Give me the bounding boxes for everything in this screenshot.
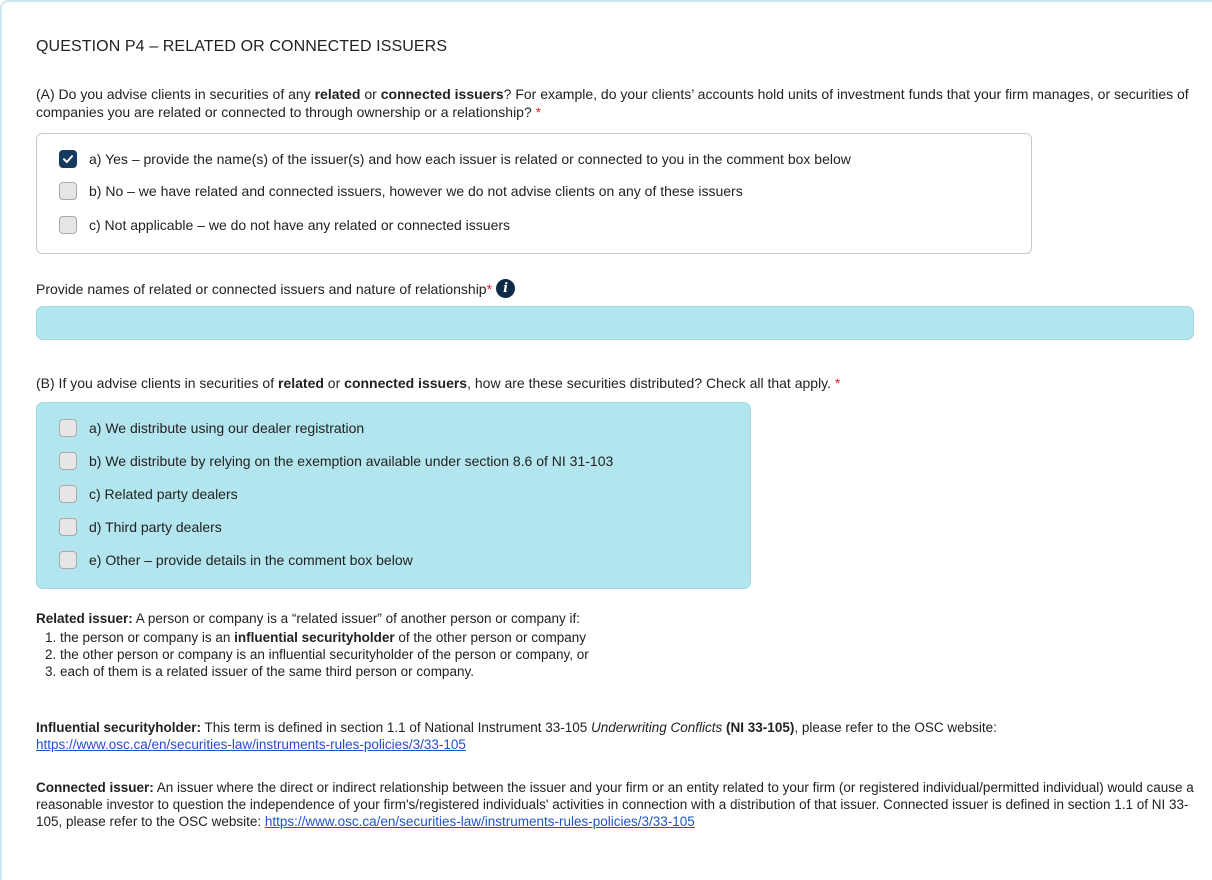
- definition-term: Influential securityholder:: [36, 720, 202, 735]
- osc-website-link[interactable]: https://www.osc.ca/en/securities-law/ins…: [265, 814, 695, 829]
- related-issuers-comment-input[interactable]: [36, 306, 1194, 340]
- option-label: c) Related party dealers: [89, 486, 238, 502]
- checkbox[interactable]: [59, 182, 77, 200]
- option-c-not-applicable[interactable]: c) Not applicable – we do not have any r…: [59, 216, 510, 234]
- option-label: c) Not applicable – we do not have any r…: [89, 217, 511, 233]
- option-b-no[interactable]: b) No – we have related and connected is…: [59, 182, 743, 200]
- list-item-text: each of them is a related issuer of the …: [60, 664, 474, 679]
- list-item: each of them is a related issuer of the …: [60, 663, 1196, 680]
- definition-text: A person or company is a “related issuer…: [132, 611, 581, 626]
- question-a-text-part: or: [360, 86, 381, 102]
- option-a-yes[interactable]: a) Yes – provide the name(s) of the issu…: [59, 150, 851, 168]
- list-item-bold: influential securityholder: [234, 630, 395, 645]
- list-item-text: of the other person or company: [394, 630, 587, 645]
- list-item: the other person or company is an influe…: [60, 646, 1196, 663]
- option-label: e) Other – provide details in the commen…: [89, 552, 413, 568]
- option-other[interactable]: e) Other – provide details in the commen…: [59, 551, 413, 569]
- influential-securityholder-definition: Influential securityholder: This term is…: [36, 719, 1196, 753]
- question-b-text: (B) If you advise clients in securities …: [36, 374, 1196, 392]
- osc-website-link[interactable]: https://www.osc.ca/en/securities-law/ins…: [36, 737, 466, 752]
- option-third-party-dealers[interactable]: d) Third party dealers: [59, 518, 222, 536]
- checkbox-checked[interactable]: [59, 150, 77, 168]
- comment-label: Provide names of related or connected is…: [36, 279, 516, 298]
- option-label: d) Third party dealers: [89, 519, 222, 535]
- option-label: b) No – we have related and connected is…: [89, 183, 743, 199]
- checkmark-icon: [63, 155, 73, 163]
- question-b-bold-related: related: [278, 375, 324, 391]
- question-a-text: (A) Do you advise clients in securities …: [36, 85, 1196, 121]
- question-panel: QUESTION P4 – RELATED OR CONNECTED ISSUE…: [0, 0, 1212, 880]
- definition-italic: Underwriting Conflicts: [591, 720, 723, 735]
- question-title: QUESTION P4 – RELATED OR CONNECTED ISSUE…: [36, 38, 448, 55]
- option-label: b) We distribute by relying on the exemp…: [89, 453, 614, 469]
- checkbox[interactable]: [59, 452, 77, 470]
- checkbox[interactable]: [59, 419, 77, 437]
- checkbox[interactable]: [59, 216, 77, 234]
- definition-term: Connected issuer:: [36, 780, 154, 795]
- option-label: a) Yes – provide the name(s) of the issu…: [89, 151, 851, 167]
- question-a-options: a) Yes – provide the name(s) of the issu…: [36, 133, 1032, 254]
- definition-bold: (NI 33-105): [722, 720, 795, 735]
- required-marker: *: [535, 104, 542, 120]
- definition-text: This term is defined in section 1.1 of N…: [201, 720, 591, 735]
- list-item: the person or company is an influential …: [60, 629, 1196, 646]
- related-issuer-list: the person or company is an influential …: [36, 629, 1196, 680]
- list-item-text: the person or company is an: [60, 630, 235, 645]
- question-a-bold-related: related: [314, 86, 361, 102]
- question-b-text-part: or: [323, 375, 345, 391]
- question-a-text-part: (A) Do you advise clients in securities …: [36, 86, 315, 102]
- question-b-bold-connected: connected issuers: [344, 375, 468, 391]
- required-marker: *: [834, 375, 841, 391]
- info-icon[interactable]: i: [496, 279, 516, 298]
- list-item-text: the other person or company is an influe…: [60, 647, 589, 662]
- checkbox[interactable]: [59, 485, 77, 503]
- checkbox[interactable]: [59, 551, 77, 569]
- question-b-text-part: (B) If you advise clients in securities …: [36, 375, 278, 391]
- comment-label-text: Provide names of related or connected is…: [36, 280, 487, 297]
- option-related-party-dealers[interactable]: c) Related party dealers: [59, 485, 238, 503]
- option-exemption-8-6[interactable]: b) We distribute by relying on the exemp…: [59, 452, 613, 470]
- related-issuer-definition: Related issuer: A person or company is a…: [36, 610, 1196, 680]
- connected-issuer-definition: Connected issuer: An issuer where the di…: [36, 779, 1196, 830]
- question-b-options: a) We distribute using our dealer regist…: [36, 402, 751, 589]
- option-label: a) We distribute using our dealer regist…: [89, 420, 365, 436]
- question-b-text-part: , how are these securities distributed? …: [467, 375, 835, 391]
- required-marker: *: [486, 280, 493, 297]
- definition-text: , please refer to the OSC website:: [794, 720, 997, 735]
- checkbox[interactable]: [59, 518, 77, 536]
- option-dealer-registration[interactable]: a) We distribute using our dealer regist…: [59, 419, 364, 437]
- definition-term: Related issuer:: [36, 611, 133, 626]
- question-a-bold-connected: connected issuers: [380, 86, 504, 102]
